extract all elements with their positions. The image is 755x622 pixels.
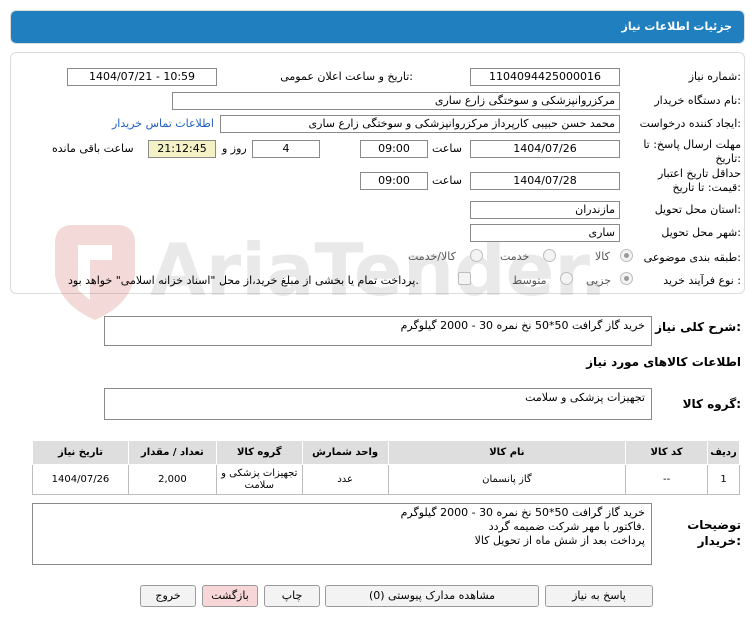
col-qty: تعداد / مقدار [127, 440, 217, 465]
print-button[interactable]: چاپ [264, 585, 320, 607]
announce-label: تاریخ و ساعت اعلان عمومی: [280, 70, 413, 83]
table-row: 1 -- گاز پانسمان عدد تجهیزات پزشکی و سلا… [32, 464, 740, 495]
cell-group: تجهیزات پزشکی و سلامت [215, 464, 303, 495]
validity-label-line1: حداقل تاریخ اعتبار [657, 167, 741, 180]
deadline-days-field: 4 [252, 140, 320, 158]
cell-unit: عدد [301, 464, 389, 495]
goods-group-label: گروه کالا: [682, 397, 741, 411]
province-field: مازندران [470, 201, 620, 219]
buyer-notes-line: فاکتور با مهر شرکت ضمیمه گردد. [488, 520, 645, 533]
deadline-label-line2: تاریخ: [715, 152, 741, 165]
cell-qty: 2,000 [127, 464, 217, 495]
deadline-time-label: ساعت [432, 142, 462, 155]
need-number-field: 1104094425000016 [470, 68, 620, 86]
validity-date-field: 1404/07/28 [470, 172, 620, 190]
process-option-minor: جزیی [586, 274, 612, 287]
remaining-time-label: ساعت باقی مانده [52, 142, 134, 155]
buyer-label: نام دستگاه خریدار: [654, 94, 741, 107]
creator-field: محمد حسن حبیبی کارپرداز مرکزروانپزشکی و … [220, 115, 620, 133]
cell-code: -- [625, 464, 709, 495]
category-option-goods-service: کالا/خدمت [408, 250, 456, 263]
city-label: شهر محل تحویل: [661, 226, 741, 239]
page-title: جزئیات اطلاعات نیاز [621, 20, 733, 33]
cell-name: گاز پانسمان [387, 464, 627, 495]
process-radio-minor[interactable] [620, 272, 633, 285]
page-header: جزئیات اطلاعات نیاز [10, 10, 745, 44]
buyer-notes-label-line1: توضیحات [687, 518, 741, 532]
items-table: ردیف کد کالا نام کالا واحد شمارش گروه کا… [32, 440, 740, 495]
buyer-notes-label-line2: خریدار: [697, 534, 741, 548]
deadline-time-field: 09:00 [360, 140, 428, 158]
goods-info-title: اطلاعات کالاهای مورد نیاز [586, 355, 741, 369]
buyer-notes-field: خرید گاز گرافت 50*50 نخ نمره 30 - 2000 گ… [32, 503, 652, 565]
col-name: نام کالا [387, 440, 627, 465]
goods-group-field: تجهیزات پزشکی و سلامت [104, 388, 652, 420]
validity-label-line2: قیمت: تا تاریخ: [672, 181, 741, 194]
process-label: نوع فرآیند خرید : [663, 274, 741, 287]
deadline-date-field: 1404/07/26 [470, 140, 620, 158]
process-radio-medium[interactable] [560, 272, 573, 285]
reply-button[interactable]: پاسخ به نیاز [545, 585, 653, 607]
validity-time-label: ساعت [432, 174, 462, 187]
city-field: ساری [470, 224, 620, 242]
col-date: تاریخ نیاز [32, 440, 129, 465]
category-option-goods: کالا [595, 250, 610, 263]
buyer-contact-link[interactable]: اطلاعات تماس خریدار [112, 117, 214, 130]
col-unit: واحد شمارش [301, 440, 389, 465]
buyer-field: مرکزروانپزشکی و سوختگی زارع ساری [172, 92, 620, 110]
province-label: استان محل تحویل: [654, 203, 741, 216]
process-option-medium: متوسط [512, 274, 547, 287]
category-radio-service[interactable] [543, 249, 556, 262]
summary-text: خرید گاز گرافت 50*50 نخ نمره 30 - 2000 گ… [400, 319, 645, 332]
deadline-label-line1: مهلت ارسال پاسخ: تا [643, 138, 741, 151]
buyer-notes-line: خرید گاز گرافت 50*50 نخ نمره 30 - 2000 گ… [400, 506, 645, 519]
creator-label: ایجاد کننده درخواست: [639, 117, 741, 130]
goods-group-text: تجهیزات پزشکی و سلامت [525, 391, 645, 404]
items-table-header: ردیف کد کالا نام کالا واحد شمارش گروه کا… [32, 440, 740, 465]
validity-time-field: 09:00 [360, 172, 428, 190]
deadline-days-label: روز و [222, 142, 247, 155]
col-row: ردیف [707, 440, 740, 465]
cell-date: 1404/07/26 [32, 464, 129, 495]
col-group: گروه کالا [215, 440, 303, 465]
category-option-service: خدمت [500, 250, 530, 263]
col-code: کد کالا [625, 440, 709, 465]
category-label: طبقه بندی موضوعی: [643, 251, 741, 264]
need-number-label: شماره نیاز: [688, 70, 741, 83]
category-radio-goods-service[interactable] [470, 249, 483, 262]
buyer-notes-line: پرداخت بعد از شش ماه از تحویل کالا [474, 534, 645, 547]
header-bar: جزئیات اطلاعات نیاز [11, 11, 744, 43]
exit-button[interactable]: خروج [140, 585, 196, 607]
cell-row: 1 [707, 464, 740, 495]
category-radio-goods[interactable] [620, 249, 633, 262]
summary-label: شرح کلی نیاز: [655, 320, 741, 334]
summary-field: خرید گاز گرافت 50*50 نخ نمره 30 - 2000 گ… [104, 316, 652, 346]
treasury-payment-note: پرداخت تمام یا بخشی از مبلغ خرید،از محل … [68, 274, 419, 287]
remaining-time-field: 21:12:45 [148, 140, 216, 158]
announce-field: 1404/07/21 - 10:59 [67, 68, 217, 86]
back-button[interactable]: بازگشت [202, 585, 258, 607]
view-attachments-button[interactable]: مشاهده مدارک پیوستی (0) [325, 585, 539, 607]
treasury-payment-checkbox[interactable] [458, 272, 471, 285]
